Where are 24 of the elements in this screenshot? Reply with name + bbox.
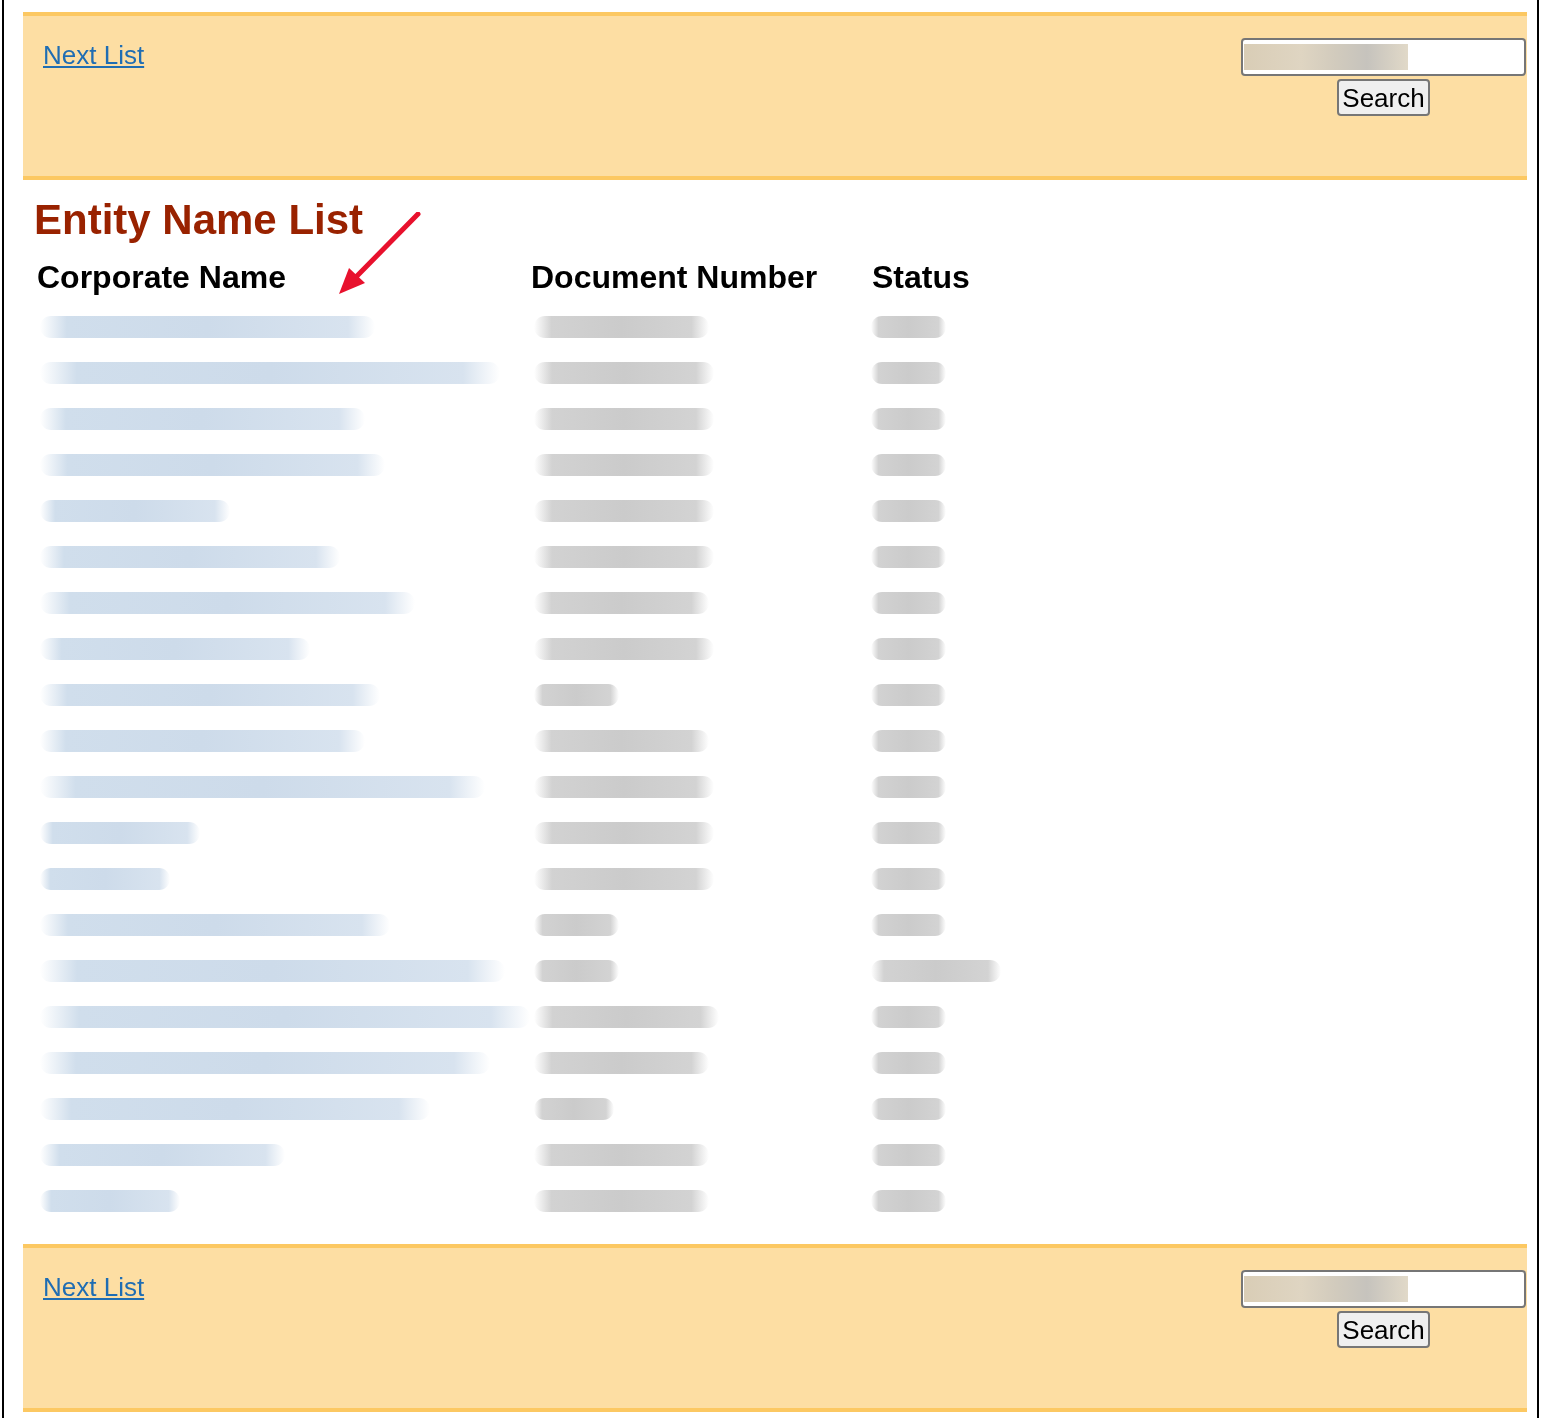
page-heading: Entity Name List: [34, 196, 364, 244]
column-header: Corporate Name: [37, 259, 286, 296]
blurred-link[interactable]: [40, 638, 310, 660]
blurred-link[interactable]: [40, 822, 200, 844]
column-header: Status: [872, 259, 970, 296]
blurred-link[interactable]: [40, 546, 340, 568]
blurred-link[interactable]: [40, 500, 230, 522]
search-button[interactable]: Search: [1337, 79, 1430, 116]
blurred-link[interactable]: [40, 914, 390, 936]
search-field[interactable]: [1241, 38, 1526, 76]
blurred-link[interactable]: [40, 730, 365, 752]
next-list-link[interactable]: Next List: [43, 40, 145, 70]
column-header: Document Number: [531, 259, 818, 296]
blurred-link[interactable]: [40, 1144, 285, 1166]
blurred-link[interactable]: [40, 408, 365, 430]
blurred-link[interactable]: [40, 868, 170, 890]
blurred-link[interactable]: [40, 1190, 180, 1212]
blurred-link[interactable]: [40, 592, 415, 614]
blurred-link[interactable]: [40, 316, 375, 338]
search-button[interactable]: Search: [1337, 1311, 1430, 1348]
search-field[interactable]: [1241, 1270, 1526, 1308]
blurred-link[interactable]: [40, 454, 385, 476]
next-list-link[interactable]: Next List: [43, 1272, 145, 1302]
blurred-link[interactable]: [40, 684, 380, 706]
